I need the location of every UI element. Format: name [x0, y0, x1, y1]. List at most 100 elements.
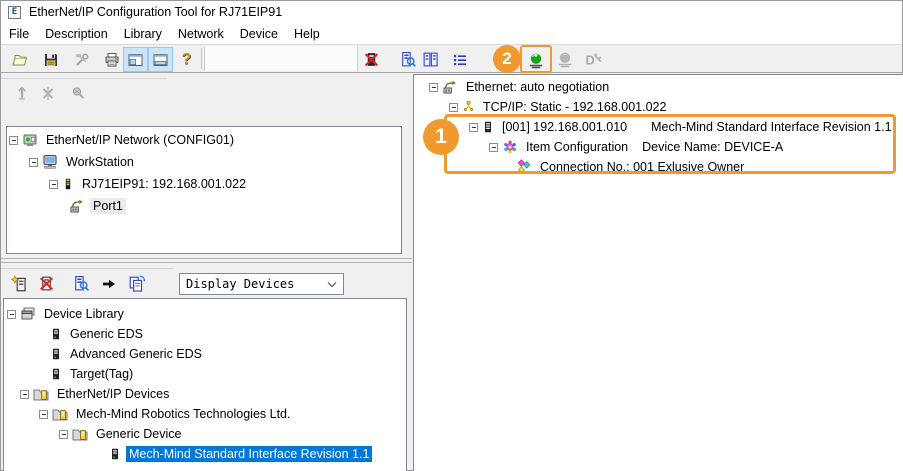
options-button[interactable]	[69, 47, 94, 72]
expand-minus-box[interactable]	[9, 135, 18, 145]
menu-file[interactable]: File	[1, 23, 37, 45]
device-folder-icon	[33, 389, 49, 401]
main-toolbar: ? D	[1, 46, 902, 73]
tree-row-tcpip[interactable]: TCP/IP: Static - 192.168.001.022	[414, 97, 903, 117]
save-button[interactable]	[38, 47, 63, 72]
tree-label[interactable]: WorkStation	[63, 154, 137, 170]
tree-label[interactable]: Generic Device	[93, 426, 184, 442]
tree-row-ethernet[interactable]: Ethernet: auto negotiation	[414, 77, 903, 97]
tree-row-generic-device[interactable]: Generic Device	[4, 424, 406, 444]
tree-row-network[interactable]: EtherNet/IP Network (CONFIG01)	[7, 129, 401, 151]
go-online-icon	[529, 53, 542, 68]
panel-splitter[interactable]	[1, 258, 412, 259]
expand-minus-box[interactable]	[469, 122, 478, 132]
delete-connection-button[interactable]	[35, 81, 60, 106]
tree-row-rj71eip91[interactable]: RJ71EIP91: 192.168.001.022	[7, 173, 401, 195]
help-icon: ?	[181, 50, 192, 68]
library-icon	[21, 307, 35, 320]
open-folder-icon	[11, 54, 27, 65]
connection-diamonds-icon	[517, 159, 531, 174]
view-layout-bottom-icon	[153, 53, 168, 66]
tree-label[interactable]: TCP/IP: Static - 192.168.001.022	[480, 99, 669, 115]
tree-row-mech-mind-vendor[interactable]: Mech-Mind Robotics Technologies Ltd.	[4, 404, 406, 424]
parameter-list-button[interactable]	[447, 47, 472, 72]
expand-minus-box[interactable]	[59, 429, 68, 439]
tree-row-workstation[interactable]: WorkStation	[7, 151, 401, 173]
annotation-step-2: 2	[493, 45, 521, 73]
display-filter-select[interactable]: Display Devices	[179, 273, 344, 295]
tree-label[interactable]: EtherNet/IP Network (CONFIG01)	[43, 132, 237, 148]
expand-minus-box[interactable]	[39, 409, 48, 419]
ethernet-port-icon	[443, 80, 456, 94]
upload-connection-button[interactable]	[9, 81, 34, 106]
go-offline-button[interactable]	[552, 47, 577, 72]
tree-label[interactable]: Ethernet: auto negotiation	[463, 79, 612, 95]
tree-row-device-library[interactable]: Device Library	[4, 304, 406, 324]
help-button[interactable]: ?	[174, 47, 199, 72]
menu-help[interactable]: Help	[286, 23, 328, 45]
expand-minus-box[interactable]	[7, 309, 16, 319]
display-filter-value: Display Devices	[186, 277, 295, 291]
item-configuration-label[interactable]: Item Configuration	[523, 139, 631, 155]
tree-label[interactable]: Generic EDS	[67, 326, 146, 342]
tree-row-generic-eds[interactable]: Generic EDS	[4, 324, 406, 344]
verify-connection-button[interactable]	[65, 81, 90, 106]
toolbar-blank-field	[204, 46, 358, 71]
insert-device-button[interactable]	[96, 271, 121, 296]
diagnostics-button[interactable]: D	[581, 47, 606, 72]
tree-row-ethernetip-devices[interactable]: EtherNet/IP Devices	[4, 384, 406, 404]
go-online-button[interactable]	[523, 48, 548, 73]
device-name-detail[interactable]: Device Name: DEVICE-A	[639, 139, 786, 155]
configuration-panel: Ethernet: auto negotiation TCP/IP: Stati…	[413, 74, 903, 471]
open-button[interactable]	[7, 47, 32, 72]
tree-row-port1[interactable]: Port1	[7, 195, 401, 217]
tree-label[interactable]: RJ71EIP91: 192.168.001.022	[79, 176, 249, 192]
duplicate-device-button[interactable]	[124, 271, 149, 296]
expand-minus-box[interactable]	[429, 82, 438, 92]
tree-row-device-001[interactable]: [001] 192.168.001.010 Mech-Mind Standard…	[414, 117, 903, 137]
tree-label[interactable]: EtherNet/IP Devices	[54, 386, 172, 402]
menu-library[interactable]: Library	[116, 23, 170, 45]
tree-label[interactable]: Device Library	[41, 306, 127, 322]
tree-row-mech-mind-standard-interface[interactable]: Mech-Mind Standard Interface Revision 1.…	[4, 444, 406, 464]
device-properties-button[interactable]	[395, 47, 420, 72]
view-library-pane-button[interactable]	[148, 47, 173, 72]
expand-minus-box[interactable]	[49, 179, 58, 189]
expand-minus-box[interactable]	[449, 102, 458, 112]
panel-splitter[interactable]	[1, 262, 412, 263]
svg-text:D: D	[585, 52, 594, 67]
print-button[interactable]	[99, 47, 124, 72]
tree-label[interactable]: Target(Tag)	[67, 366, 136, 382]
menu-network[interactable]: Network	[170, 23, 232, 45]
tools-icon	[75, 53, 88, 66]
tree-row-target-tag[interactable]: Target(Tag)	[4, 364, 406, 384]
tree-label[interactable]: Mech-Mind Robotics Technologies Ltd.	[73, 406, 293, 422]
expand-minus-box[interactable]	[29, 157, 38, 167]
print-icon	[105, 52, 118, 66]
tree-label-selected[interactable]: Mech-Mind Standard Interface Revision 1.…	[126, 446, 373, 462]
delete-device-button[interactable]	[359, 47, 384, 72]
network-tree-panel: EtherNet/IP Network (CONFIG01) WorkStati…	[6, 126, 402, 254]
view-layout-left-icon	[128, 53, 143, 66]
tree-row-item-configuration[interactable]: Item Configuration Device Name: DEVICE-A	[414, 137, 903, 157]
library-toolbar-separator	[1, 268, 173, 269]
menu-device[interactable]: Device	[232, 23, 286, 45]
tree-row-advanced-generic-eds[interactable]: Advanced Generic EDS	[4, 344, 406, 364]
library-device-properties-button[interactable]	[68, 271, 93, 296]
expand-minus-box[interactable]	[489, 142, 498, 152]
tree-label[interactable]: Port1	[90, 198, 126, 214]
tree-row-connection[interactable]: Connection No.: 001 Exlusive Owner	[414, 157, 903, 177]
device-address[interactable]: [001] 192.168.001.010	[499, 119, 630, 135]
connection-label[interactable]: Connection No.: 001 Exlusive Owner	[537, 159, 747, 175]
port-icon	[70, 199, 83, 213]
eds-device-icon	[53, 368, 59, 380]
remove-device-button[interactable]	[34, 271, 59, 296]
expand-minus-box[interactable]	[20, 389, 29, 399]
tree-label[interactable]: Advanced Generic EDS	[67, 346, 205, 362]
device-name[interactable]: Mech-Mind Standard Interface Revision 1.…	[648, 119, 894, 135]
menu-description[interactable]: Description	[37, 23, 116, 45]
add-device-button[interactable]	[7, 271, 32, 296]
view-network-pane-button[interactable]	[123, 47, 148, 72]
device-compare-button[interactable]	[418, 47, 443, 72]
upload-connection-icon	[17, 86, 26, 100]
